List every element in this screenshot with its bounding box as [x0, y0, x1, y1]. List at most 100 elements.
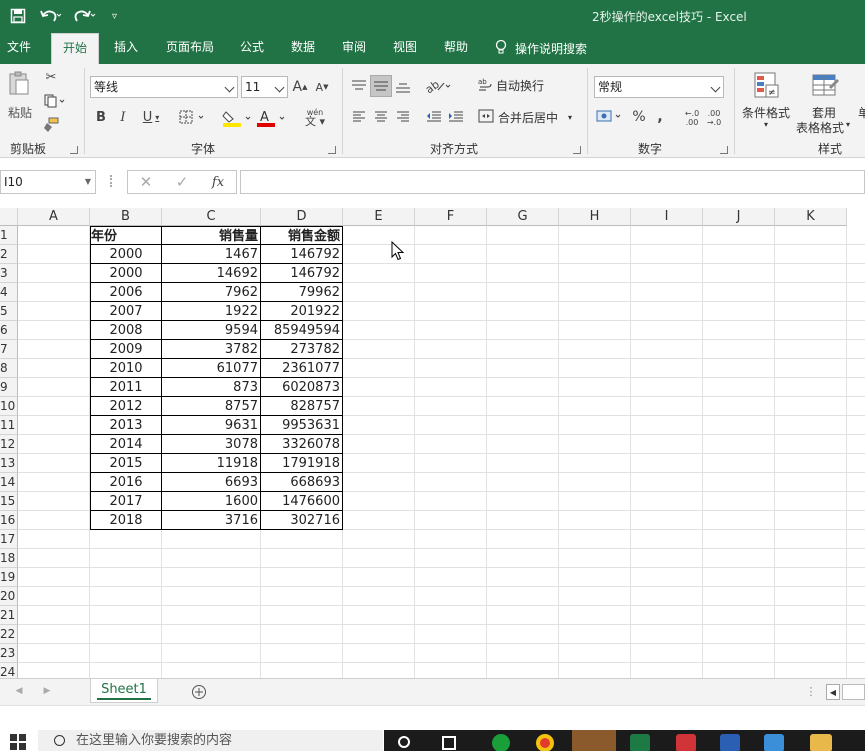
name-box[interactable]: I10 ▼: [0, 170, 96, 194]
insert-function-icon[interactable]: fx: [208, 174, 228, 190]
row-header[interactable]: 15: [0, 492, 18, 511]
table-cell[interactable]: 61077: [162, 359, 261, 378]
number-format-select[interactable]: 常规: [594, 76, 724, 98]
table-cell[interactable]: 3078: [162, 435, 261, 454]
table-cell[interactable]: 2014: [90, 435, 162, 454]
task-view-icon[interactable]: [442, 736, 456, 750]
row-header[interactable]: 4: [0, 283, 18, 302]
undo-icon[interactable]: [40, 6, 62, 26]
align-left-icon[interactable]: [350, 108, 368, 126]
table-cell[interactable]: 146792: [261, 245, 343, 264]
taskbar-app-red-icon[interactable]: [676, 734, 696, 751]
table-cell[interactable]: 302716: [261, 511, 343, 530]
column-header[interactable]: H: [559, 208, 631, 226]
tab-file[interactable]: 文件: [0, 33, 38, 64]
table-cell[interactable]: 2008: [90, 321, 162, 340]
borders-icon[interactable]: [178, 108, 210, 126]
row-header[interactable]: 23: [0, 644, 18, 663]
customize-qat-icon[interactable]: ▿: [112, 6, 117, 26]
decrease-decimal-icon[interactable]: .00 →.0: [704, 108, 724, 128]
font-size-select[interactable]: 11: [241, 76, 288, 98]
row-header[interactable]: 2: [0, 245, 18, 264]
row-header[interactable]: 3: [0, 264, 18, 283]
worksheet-grid[interactable]: A B C D E F G H I J K 1 2 3 4 5 6 7 8 9 10 11 12 13 14 15 16 17 18 19…: [0, 208, 865, 678]
add-sheet-icon[interactable]: [191, 684, 207, 700]
tab-review[interactable]: 审阅: [334, 33, 374, 64]
column-header[interactable]: E: [343, 208, 415, 226]
column-header[interactable]: I: [631, 208, 703, 226]
clipboard-launcher-icon[interactable]: [70, 146, 78, 154]
tab-data[interactable]: 数据: [283, 33, 323, 64]
alignment-launcher-icon[interactable]: [573, 146, 581, 154]
table-cell[interactable]: 85949594: [261, 321, 343, 340]
table-cell[interactable]: 828757: [261, 397, 343, 416]
table-cell[interactable]: 7962: [162, 283, 261, 302]
column-header[interactable]: C: [162, 208, 261, 226]
table-cell[interactable]: 2012: [90, 397, 162, 416]
table-cell[interactable]: 2017: [90, 492, 162, 511]
wechat-icon[interactable]: [572, 730, 616, 751]
table-header-cell[interactable]: 销售量: [162, 226, 261, 245]
table-cell[interactable]: 79962: [261, 283, 343, 302]
redo-icon[interactable]: [74, 6, 96, 26]
copy-icon[interactable]: [42, 92, 68, 110]
row-header[interactable]: 9: [0, 378, 18, 397]
accounting-format-icon[interactable]: [596, 108, 626, 126]
percent-icon[interactable]: %: [632, 108, 646, 126]
align-middle-icon[interactable]: [370, 75, 392, 97]
taskbar-app-green-icon[interactable]: [492, 734, 510, 751]
conditional-format-icon[interactable]: ≠: [752, 70, 782, 102]
column-header[interactable]: G: [487, 208, 559, 226]
hscroll-thumb[interactable]: [842, 684, 865, 700]
table-cell[interactable]: 3326078: [261, 435, 343, 454]
table-cell[interactable]: 9953631: [261, 416, 343, 435]
align-top-icon[interactable]: [350, 76, 368, 96]
table-cell[interactable]: 2361077: [261, 359, 343, 378]
table-cell[interactable]: 9631: [162, 416, 261, 435]
table-cell[interactable]: 14692: [162, 264, 261, 283]
table-cell[interactable]: 1791918: [261, 454, 343, 473]
decrease-font-icon[interactable]: A ▼: [314, 78, 330, 96]
table-cell[interactable]: 6020873: [261, 378, 343, 397]
phonetic-guide-icon[interactable]: wén 文 ▾: [300, 106, 330, 128]
table-cell[interactable]: 2000: [90, 264, 162, 283]
increase-decimal-icon[interactable]: ←.0.00: [682, 108, 702, 128]
table-cell[interactable]: 668693: [261, 473, 343, 492]
sheet-next-icon[interactable]: ▶: [42, 685, 52, 697]
column-header[interactable]: F: [415, 208, 487, 226]
row-header[interactable]: 16: [0, 511, 18, 530]
file-explorer-icon[interactable]: [810, 734, 832, 751]
row-header[interactable]: 21: [0, 606, 18, 625]
font-name-select[interactable]: 等线: [90, 76, 238, 98]
tab-page-layout[interactable]: 页面布局: [160, 33, 220, 64]
table-cell[interactable]: 9594: [162, 321, 261, 340]
table-cell[interactable]: 2011: [90, 378, 162, 397]
sheet-tab-sheet1[interactable]: Sheet1: [90, 679, 158, 703]
format-as-table-icon[interactable]: [810, 70, 840, 102]
align-center-icon[interactable]: [372, 108, 390, 126]
bold-icon[interactable]: B: [94, 108, 108, 126]
format-as-table-label-2[interactable]: 表格格式: [796, 119, 844, 136]
row-header[interactable]: 18: [0, 549, 18, 568]
table-cell[interactable]: 201922: [261, 302, 343, 321]
column-header[interactable]: A: [18, 208, 90, 226]
align-bottom-icon[interactable]: [394, 76, 412, 96]
table-cell[interactable]: 873: [162, 378, 261, 397]
table-cell[interactable]: 2010: [90, 359, 162, 378]
table-header-cell[interactable]: 年份: [90, 226, 162, 245]
table-cell[interactable]: 2000: [90, 245, 162, 264]
row-header[interactable]: 20: [0, 587, 18, 606]
increase-font-icon[interactable]: A ▲: [292, 78, 308, 96]
table-cell[interactable]: 146792: [261, 264, 343, 283]
underline-icon[interactable]: U ▾: [138, 108, 164, 126]
table-cell[interactable]: 2009: [90, 340, 162, 359]
format-painter-icon[interactable]: [42, 116, 60, 134]
paste-icon[interactable]: [6, 70, 32, 98]
orientation-icon[interactable]: ab: [424, 76, 454, 96]
font-color-icon[interactable]: A: [256, 108, 288, 128]
paste-label[interactable]: 粘贴: [8, 104, 32, 121]
row-header[interactable]: 10: [0, 397, 18, 416]
row-header[interactable]: 5: [0, 302, 18, 321]
tell-me-search[interactable]: 操作说明搜索: [495, 33, 587, 64]
conditional-format-dropdown-icon[interactable]: ▾: [764, 120, 768, 129]
